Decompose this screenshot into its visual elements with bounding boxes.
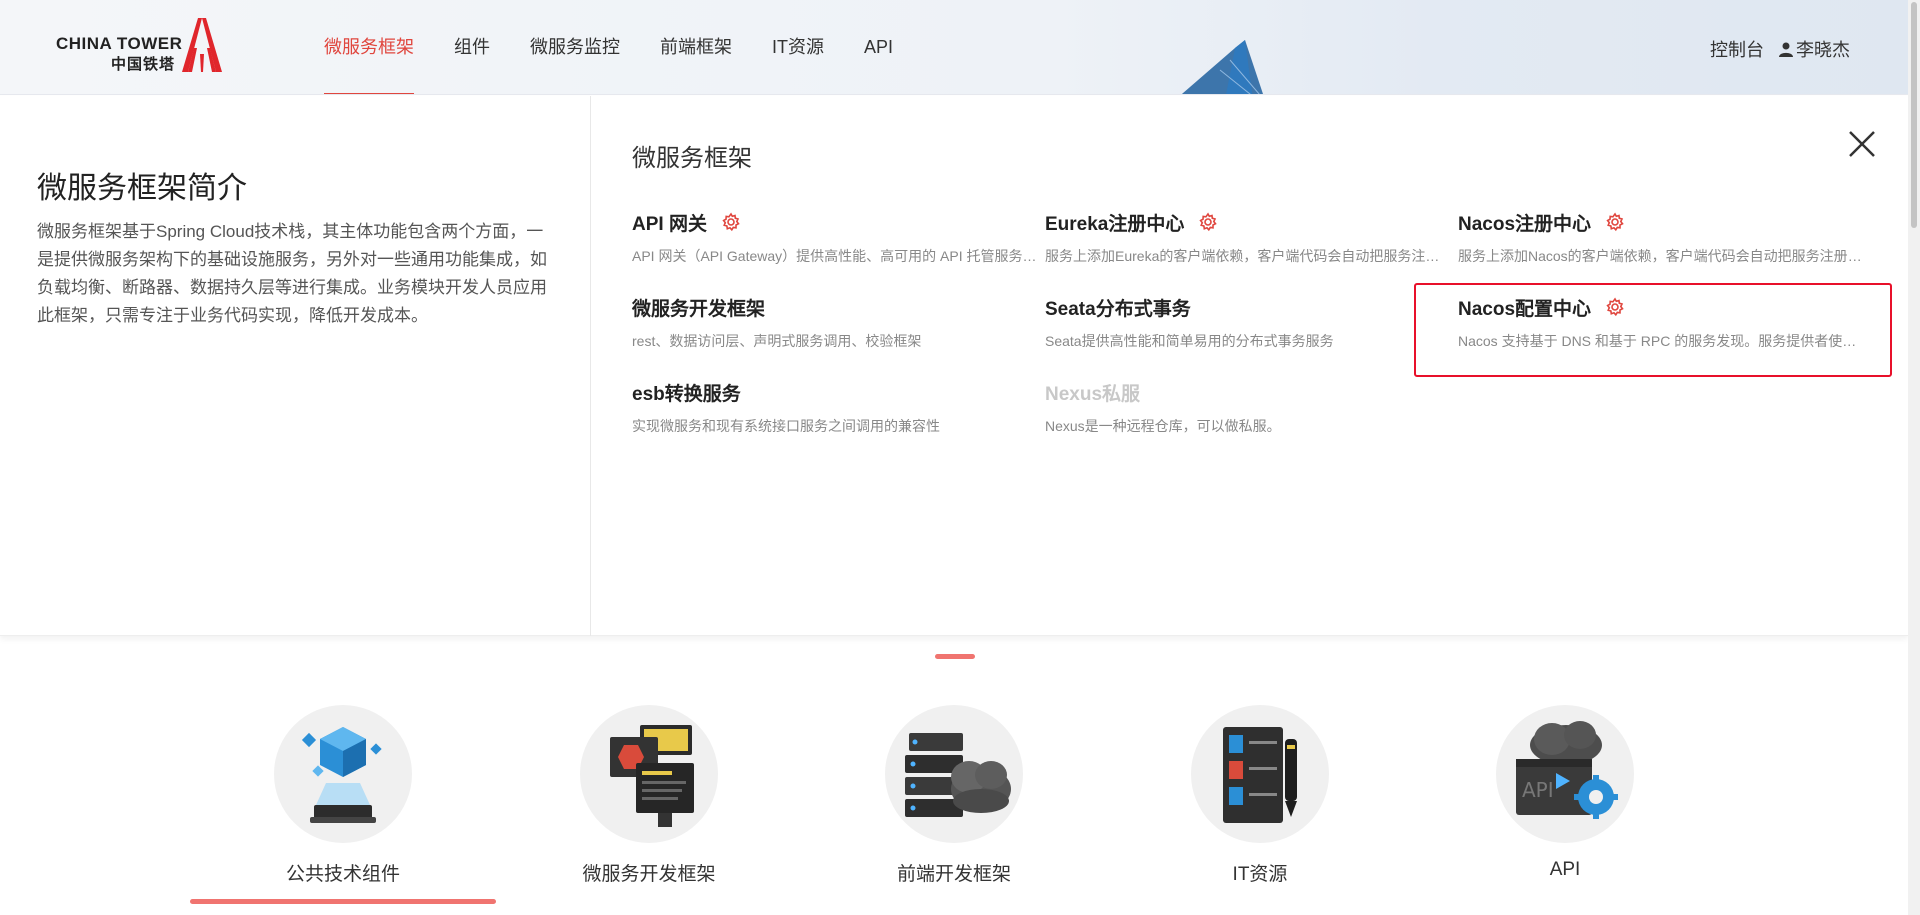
logo-text-cn: 中国铁塔 bbox=[111, 55, 176, 73]
nav-components[interactable]: 组件 bbox=[454, 0, 490, 94]
main-nav: 微服务框架 组件 微服务监控 前端框架 IT资源 API bbox=[324, 0, 933, 94]
category-label: IT资源 bbox=[1232, 864, 1288, 885]
china-tower-logo[interactable]: CHINA TOWER 中国铁塔 bbox=[56, 18, 226, 74]
building-decoration bbox=[1181, 40, 1263, 94]
category-row: 公共技术组件 微服务开发框架 前端开发框架 IT资源 API API bbox=[190, 705, 1740, 915]
checklist-pen-icon bbox=[1223, 727, 1297, 823]
category-label: API bbox=[1549, 859, 1581, 880]
menu-item-title: Nacos配置中心 bbox=[1458, 298, 1592, 320]
nav-frontend-framework[interactable]: 前端框架 bbox=[660, 0, 732, 94]
menu-grid: API 网关 API 网关（API Gateway）提供高性能、高可用的 API… bbox=[632, 208, 1871, 463]
nav-api[interactable]: API bbox=[864, 0, 893, 94]
scrollbar-thumb[interactable] bbox=[1911, 2, 1917, 228]
tower-logo-icon bbox=[182, 18, 222, 72]
gear-icon bbox=[1606, 297, 1624, 317]
api-cloud-gear-icon: API bbox=[1516, 721, 1618, 819]
gear-icon bbox=[1606, 212, 1624, 232]
menu-item-nacos-registry[interactable]: Nacos注册中心 服务上添加Nacos的客户端依赖，客户端代码会自动把服务注册… bbox=[1458, 208, 1871, 293]
gear-icon bbox=[722, 212, 740, 232]
menu-item-title: Nexus私服 bbox=[1045, 383, 1141, 405]
close-icon[interactable] bbox=[1844, 126, 1880, 162]
menu-title: 微服务框架 bbox=[632, 145, 752, 172]
nav-microservice-framework[interactable]: 微服务框架 bbox=[324, 0, 414, 94]
user-icon bbox=[1779, 42, 1793, 57]
category-frontend-dev[interactable]: 前端开发框架 bbox=[801, 705, 1107, 886]
category-label: 微服务开发框架 bbox=[582, 864, 716, 885]
server-cloud-icon bbox=[905, 733, 1011, 817]
menu-item-desc: API 网关（API Gateway）提供高性能、高可用的 API 托管服务，帮… bbox=[632, 248, 1037, 264]
menu-item-desc: Seata提供高性能和简单易用的分布式事务服务 bbox=[1045, 333, 1334, 349]
menu-item-eureka[interactable]: Eureka注册中心 服务上添加Eureka的客户端依赖，客户端代码会自动把服务… bbox=[1045, 208, 1458, 293]
carousel-indicator[interactable] bbox=[935, 654, 975, 659]
category-it-resources[interactable]: IT资源 bbox=[1107, 705, 1413, 886]
user-menu[interactable]: 李晓杰 bbox=[1778, 36, 1850, 62]
menu-item-desc: Nexus是一种远程仓库，可以做私服。 bbox=[1045, 418, 1281, 434]
menu-item-title: API 网关 bbox=[632, 213, 707, 235]
menu-item-title: Eureka注册中心 bbox=[1045, 213, 1185, 235]
page-scrollbar[interactable] bbox=[1908, 0, 1920, 915]
console-link[interactable]: 控制台 bbox=[1710, 36, 1764, 62]
menu-item-api-gateway[interactable]: API 网关 API 网关（API Gateway）提供高性能、高可用的 API… bbox=[632, 208, 1045, 293]
menu-item-esb[interactable]: esb转换服务 实现微服务和现有系统接口服务之间调用的兼容性 bbox=[632, 378, 1045, 463]
menu-item-desc: 服务上添加Eureka的客户端依赖，客户端代码会自动把服务注册到EurekaSe… bbox=[1045, 248, 1450, 264]
user-name: 李晓杰 bbox=[1796, 40, 1850, 60]
menu-item-title: esb转换服务 bbox=[632, 383, 741, 405]
menu-item-title: 微服务开发框架 bbox=[632, 298, 766, 320]
intro-title: 微服务框架简介 bbox=[37, 171, 247, 206]
menu-item-desc: rest、数据访问层、声明式服务调用、校验框架 bbox=[632, 333, 922, 349]
top-header: CHINA TOWER 中国铁塔 微服务框架 组件 微服务监控 前端框架 IT资… bbox=[0, 0, 1908, 95]
menu-item-desc: Nacos 支持基于 DNS 和基于 RPC 的服务发现。服务提供者使用原生SD… bbox=[1458, 333, 1863, 349]
category-api[interactable]: API API bbox=[1412, 705, 1718, 881]
category-microservice-dev[interactable]: 微服务开发框架 bbox=[496, 705, 802, 886]
nav-it-resources[interactable]: IT资源 bbox=[772, 0, 824, 94]
menu-item-nexus[interactable]: Nexus私服 Nexus是一种远程仓库，可以做私服。 bbox=[1045, 378, 1458, 463]
category-label: 公共技术组件 bbox=[285, 864, 400, 885]
intro-text: 微服务框架基于Spring Cloud技术栈，其主体功能包含两个方面，一是提供微… bbox=[37, 222, 547, 325]
nav-microservice-monitor[interactable]: 微服务监控 bbox=[530, 0, 620, 94]
monitors-icon bbox=[610, 725, 694, 827]
menu-item-nacos-config[interactable]: Nacos配置中心 Nacos 支持基于 DNS 和基于 RPC 的服务发现。服… bbox=[1458, 293, 1871, 378]
server-cube-icon bbox=[301, 727, 382, 823]
logo-text-en: CHINA TOWER bbox=[56, 34, 183, 53]
category-label: 前端开发框架 bbox=[896, 864, 1011, 885]
menu-item-title: Nacos注册中心 bbox=[1458, 213, 1592, 235]
menu-item-seata[interactable]: Seata分布式事务 Seata提供高性能和简单易用的分布式事务服务 bbox=[1045, 293, 1458, 378]
mega-menu-panel: 微服务框架简介 微服务框架基于Spring Cloud技术栈，其主体功能包含两个… bbox=[0, 96, 1908, 636]
category-public-components[interactable]: 公共技术组件 bbox=[190, 705, 496, 904]
category-active-underline bbox=[190, 899, 496, 904]
header-actions: 控制台 李晓杰 bbox=[1710, 36, 1850, 62]
menu-section: 微服务框架 API 网关 API 网关（API Gateway）提供高性能、高可… bbox=[632, 96, 1882, 636]
intro-section: 微服务框架简介 微服务框架基于Spring Cloud技术栈，其主体功能包含两个… bbox=[0, 96, 591, 636]
menu-item-title: Seata分布式事务 bbox=[1045, 298, 1191, 320]
gear-icon bbox=[1199, 212, 1218, 232]
menu-item-microservice-dev-framework[interactable]: 微服务开发框架 rest、数据访问层、声明式服务调用、校验框架 bbox=[632, 293, 1045, 378]
svg-text:API: API bbox=[1522, 778, 1554, 802]
menu-item-desc: 服务上添加Nacos的客户端依赖，客户端代码会自动把服务注册到NacosServ… bbox=[1458, 248, 1863, 264]
menu-item-desc: 实现微服务和现有系统接口服务之间调用的兼容性 bbox=[632, 418, 940, 434]
